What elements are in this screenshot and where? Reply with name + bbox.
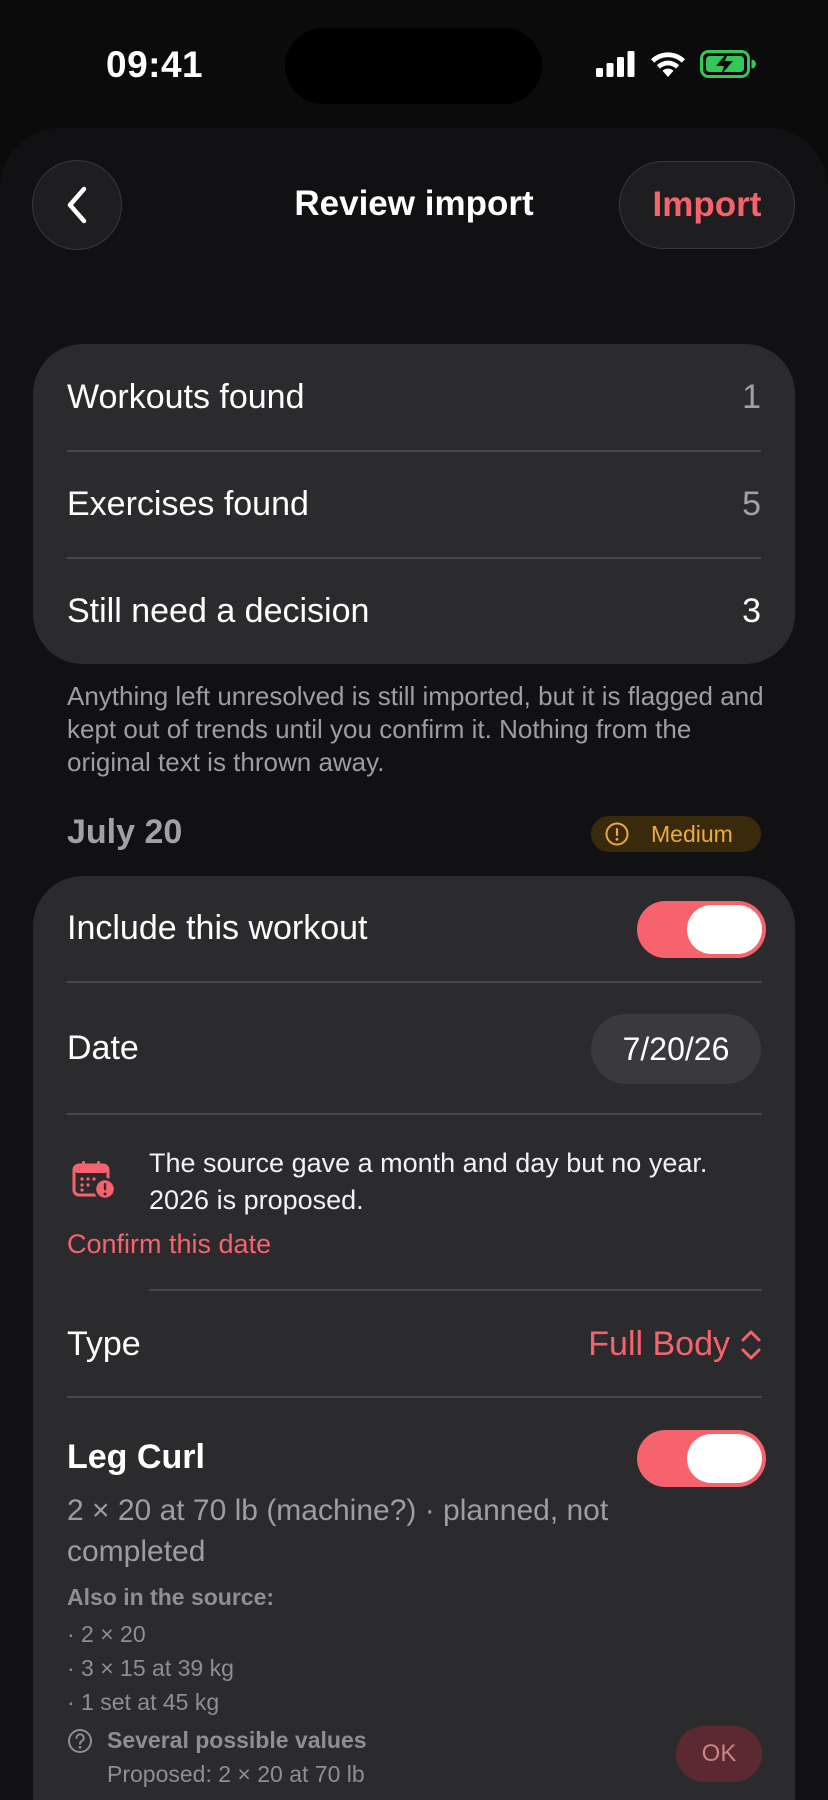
list-item: · 2 × 20 xyxy=(67,1621,146,1647)
status-time: 09:41 xyxy=(106,44,204,85)
confidence-label: Medium xyxy=(651,820,733,847)
summary-row-workouts: Workouts found 1 xyxy=(67,344,761,451)
import-button[interactable]: Import xyxy=(619,161,795,249)
summary-row-exercises: Exercises found 5 xyxy=(67,451,761,558)
ok-button[interactable]: OK xyxy=(676,1726,762,1782)
ambiguity-title: Several possible values xyxy=(107,1727,367,1753)
summary-card: Workouts found 1 Exercises found 5 Still… xyxy=(33,344,795,664)
divider xyxy=(67,981,762,983)
also-in-source-title: Also in the source: xyxy=(67,1584,275,1610)
date-warning-text: The source gave a month and day but no y… xyxy=(149,1148,708,1215)
summary-row-needs-decision: Still need a decision 3 xyxy=(67,558,761,665)
confirm-date-link[interactable]: Confirm this date xyxy=(67,1229,271,1260)
date-label: Date xyxy=(67,1029,139,1067)
summary-value: 3 xyxy=(742,592,761,630)
summary-footnote: Anything left unresolved is still import… xyxy=(67,681,764,777)
summary-value: 1 xyxy=(742,378,761,416)
question-circle-icon xyxy=(68,1729,92,1753)
include-workout-label: Include this workout xyxy=(67,909,368,947)
date-picker[interactable]: 7/20/26 xyxy=(591,1014,761,1084)
type-label: Type xyxy=(67,1325,141,1363)
toggle-knob xyxy=(687,905,762,954)
wifi-icon xyxy=(651,51,685,77)
chevron-up-down-icon xyxy=(741,1330,761,1359)
summary-label: Workouts found xyxy=(67,378,305,416)
type-value: Full Body xyxy=(588,1325,730,1363)
summary-value: 5 xyxy=(742,485,761,523)
type-picker[interactable]: Full Body xyxy=(588,1325,762,1364)
section-title: July 20 xyxy=(67,813,183,851)
divider xyxy=(67,1113,762,1115)
toggle-knob xyxy=(687,1434,762,1483)
cellular-signal-icon xyxy=(596,51,635,77)
exclamation-circle-icon xyxy=(605,822,629,846)
divider xyxy=(149,1289,762,1291)
exercise-summary: 2 × 20 at 70 lb (machine?) · planned, no… xyxy=(67,1494,609,1568)
alternatives-list: · 2 × 20 · 3 × 15 at 39 kg · 1 set at 45… xyxy=(67,1617,234,1719)
battery-charging-icon xyxy=(700,50,756,78)
list-item: · 1 set at 45 kg xyxy=(67,1689,220,1715)
list-item: · 3 × 15 at 39 kg xyxy=(67,1655,234,1681)
summary-label: Still need a decision xyxy=(67,592,370,630)
status-icons xyxy=(596,50,756,78)
confidence-badge: Medium xyxy=(591,816,761,852)
calendar-alert-icon xyxy=(72,1161,116,1200)
divider xyxy=(67,1396,762,1398)
include-workout-toggle[interactable] xyxy=(637,901,766,958)
screen: 09:41 Review import Import Workouts foun… xyxy=(0,0,828,1800)
exercise-name: Leg Curl xyxy=(67,1438,205,1476)
proposed-value: Proposed: 2 × 20 at 70 lb xyxy=(107,1761,365,1787)
include-exercise-toggle[interactable] xyxy=(637,1430,766,1487)
summary-label: Exercises found xyxy=(67,485,309,523)
dynamic-island xyxy=(285,28,542,104)
